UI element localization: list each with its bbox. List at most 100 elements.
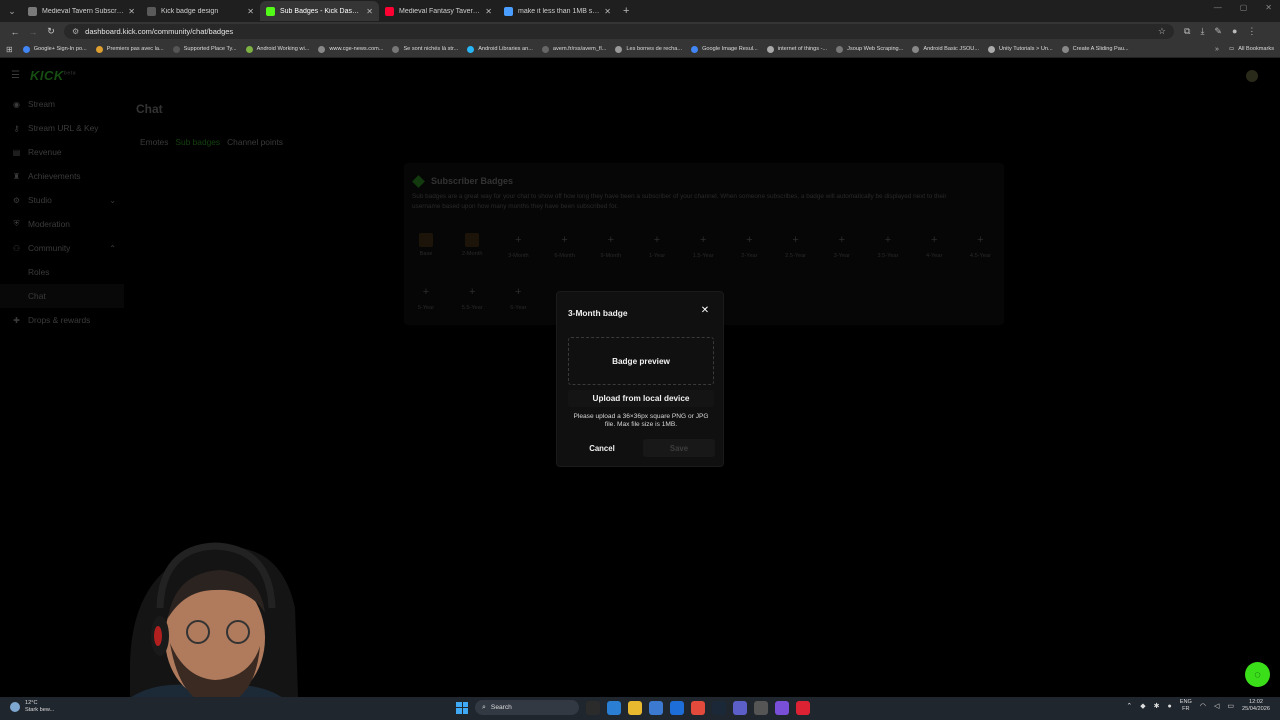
teams-icon[interactable] [733, 700, 747, 715]
recorder-icon[interactable] [796, 700, 810, 715]
steam-icon[interactable] [712, 700, 726, 715]
sidebar-item-moderation[interactable]: ⛨ Moderation [0, 212, 130, 236]
close-icon[interactable]: ✕ [699, 305, 711, 317]
tray-app-icon[interactable]: ◆ [1140, 702, 1145, 710]
browser-tab[interactable]: Sub Badges - Kick Dashboard ✕ [260, 1, 379, 21]
sidebar-item-roles[interactable]: Roles [0, 260, 130, 284]
badge-slot[interactable]: +3-Year [822, 231, 862, 259]
badge-slot[interactable]: +3-Month [498, 231, 538, 259]
browser-tab[interactable]: Kick badge design ✕ [141, 1, 260, 21]
bookmark-item[interactable]: Les bornes de recha... [615, 45, 682, 53]
start-icon[interactable] [456, 701, 468, 714]
task-view-icon[interactable] [586, 700, 600, 715]
menu-icon[interactable]: ⋮ [1247, 26, 1256, 37]
tab-sub-badges[interactable]: Sub badges [175, 137, 220, 147]
chevron-icon[interactable]: ⌄ [109, 196, 116, 205]
chat-app-icon[interactable] [775, 700, 789, 715]
sidebar-item-achievements[interactable]: ♜ Achievements [0, 164, 130, 188]
bookmark-item[interactable]: internet of things -... [766, 45, 827, 53]
tab-emotes[interactable]: Emotes [140, 137, 168, 147]
volume-icon[interactable]: ◁ [1214, 702, 1219, 710]
bookmark-item[interactable]: Unity Tutorials > Un... [988, 45, 1053, 53]
badge-slot[interactable]: +6-Year [498, 283, 538, 311]
badge-slot[interactable]: +1-Year [637, 231, 677, 259]
extensions-icon[interactable]: ⧉ [1184, 26, 1190, 37]
tray-bluetooth-icon[interactable]: ✱ [1154, 702, 1160, 710]
bookmark-item[interactable]: www.cge-news.com... [318, 45, 383, 53]
sidebar-item-stream[interactable]: ◉ Stream [0, 92, 130, 116]
tray-chevron-icon[interactable]: ⌃ [1126, 702, 1132, 710]
badge-slot[interactable]: Base [406, 231, 446, 257]
bookmark-star-icon[interactable]: ☆ [1158, 26, 1166, 37]
site-info-icon[interactable]: ⚙ [72, 27, 79, 36]
clock[interactable]: 12:02 25/04/2026 [1242, 699, 1270, 713]
bookmark-item[interactable]: Supported Place Ty... [172, 45, 237, 53]
avatar[interactable] [1246, 70, 1258, 82]
badge-slot[interactable]: +2-Year [729, 231, 769, 259]
battery-icon[interactable]: ▭ [1227, 702, 1234, 710]
tab-close-icon[interactable]: ✕ [366, 7, 373, 16]
browser-tab[interactable]: Medieval Tavern Subscriber Ba... ✕ [22, 1, 141, 21]
minimize-icon[interactable]: — [1214, 3, 1222, 12]
tab-close-icon[interactable]: ✕ [485, 7, 492, 16]
badge-slot[interactable]: +9-Month [591, 231, 631, 259]
customize-icon[interactable]: ✎ [1214, 26, 1222, 37]
chevron-icon[interactable]: ⌃ [109, 244, 116, 253]
bookmark-item[interactable]: Se sont nichés là str... [392, 45, 458, 53]
app-icon[interactable] [754, 700, 768, 715]
badge-slot[interactable]: +6-Month [545, 231, 585, 259]
chat-support-button[interactable]: ◌ [1245, 662, 1270, 687]
browser-tab[interactable]: Medieval Fantasy Tavern 3 ... ✕ [379, 1, 498, 21]
browser-tab[interactable]: make it less than 1MB size - Gr...✕ [498, 1, 617, 21]
weather-widget[interactable]: 12°C Stark bew... [10, 700, 54, 714]
taskbar-search[interactable]: ⌕ Search [475, 700, 579, 715]
tab-close-icon[interactable]: ✕ [247, 7, 254, 16]
sidebar-item-stream-url-key[interactable]: ⚷ Stream URL & Key [0, 116, 130, 140]
bookmarks-overflow-icon[interactable]: » [1215, 46, 1219, 53]
bookmark-item[interactable]: avem.fr/rss/avem_fl... [541, 45, 606, 53]
sidebar-item-revenue[interactable]: ▤ Revenue [0, 140, 130, 164]
badge-slot[interactable]: +3.5-Year [868, 231, 908, 259]
bookmark-item[interactable]: Google Image Resul... [691, 45, 758, 53]
badge-slot[interactable]: +5.5-Year [452, 283, 492, 311]
maximize-icon[interactable]: ▢ [1240, 3, 1248, 12]
apps-icon[interactable]: ⊞ [6, 45, 13, 54]
reload-icon[interactable]: ↻ [42, 26, 60, 37]
bookmark-item[interactable]: Android Working wi... [245, 45, 309, 53]
bookmark-item[interactable]: Jsoup Web Scraping... [836, 45, 903, 53]
address-bar[interactable]: ⚙ dashboard.kick.com/community/chat/badg… [64, 24, 1174, 39]
badge-slot[interactable]: +1.5-Year [683, 231, 723, 259]
badge-slot[interactable]: +4.5-Year [960, 231, 1000, 259]
download-icon[interactable]: ⤓ [1200, 26, 1204, 37]
sidebar-item-studio[interactable]: ⚙ Studio ⌄ [0, 188, 130, 212]
tab-close-icon[interactable]: ✕ [604, 7, 611, 16]
bookmark-item[interactable]: Create A Sliding Pau... [1061, 45, 1129, 53]
bookmark-item[interactable]: Android Libraries an... [467, 45, 533, 53]
sidebar-item-drops-rewards[interactable]: ✚ Drops & rewards [0, 308, 130, 332]
sidebar-item-community[interactable]: ⚇ Community ⌃ [0, 236, 130, 260]
badge-slot[interactable]: +4-Year [914, 231, 954, 259]
tab-search-icon[interactable]: ⌄ [4, 3, 20, 19]
back-icon[interactable]: ← [6, 27, 24, 37]
menu-toggle-icon[interactable]: ☰ [11, 70, 20, 81]
bookmark-item[interactable]: Android Basic JSOU... [912, 45, 979, 53]
store-icon[interactable] [649, 700, 663, 715]
bookmark-item[interactable]: Premiers pas avec la... [95, 45, 164, 53]
new-tab-button[interactable]: + [623, 5, 629, 17]
all-bookmarks[interactable]: ▭ All Bookmarks [1229, 46, 1274, 52]
language-indicator[interactable]: ENG FR [1180, 699, 1192, 713]
wifi-icon[interactable]: ◠ [1200, 702, 1206, 710]
tab-close-icon[interactable]: ✕ [128, 7, 135, 16]
kick-logo[interactable]: KICKbeta [30, 68, 76, 83]
badge-slot[interactable]: 2-Month [452, 231, 492, 257]
badge-slot[interactable]: +5-Year [406, 283, 446, 311]
cancel-button[interactable]: Cancel [579, 439, 625, 457]
tray-mic-icon[interactable]: ● [1168, 703, 1172, 710]
close-window-icon[interactable]: ✕ [1265, 3, 1272, 12]
copilot-icon[interactable] [607, 700, 621, 715]
badge-slot[interactable]: +2.5-Year [776, 231, 816, 259]
profile-icon[interactable]: ● [1232, 26, 1237, 37]
sidebar-item-chat[interactable]: Chat [0, 284, 124, 308]
chrome-icon[interactable] [691, 700, 705, 715]
bookmark-item[interactable]: Google+ Sign-In po... [22, 45, 87, 53]
